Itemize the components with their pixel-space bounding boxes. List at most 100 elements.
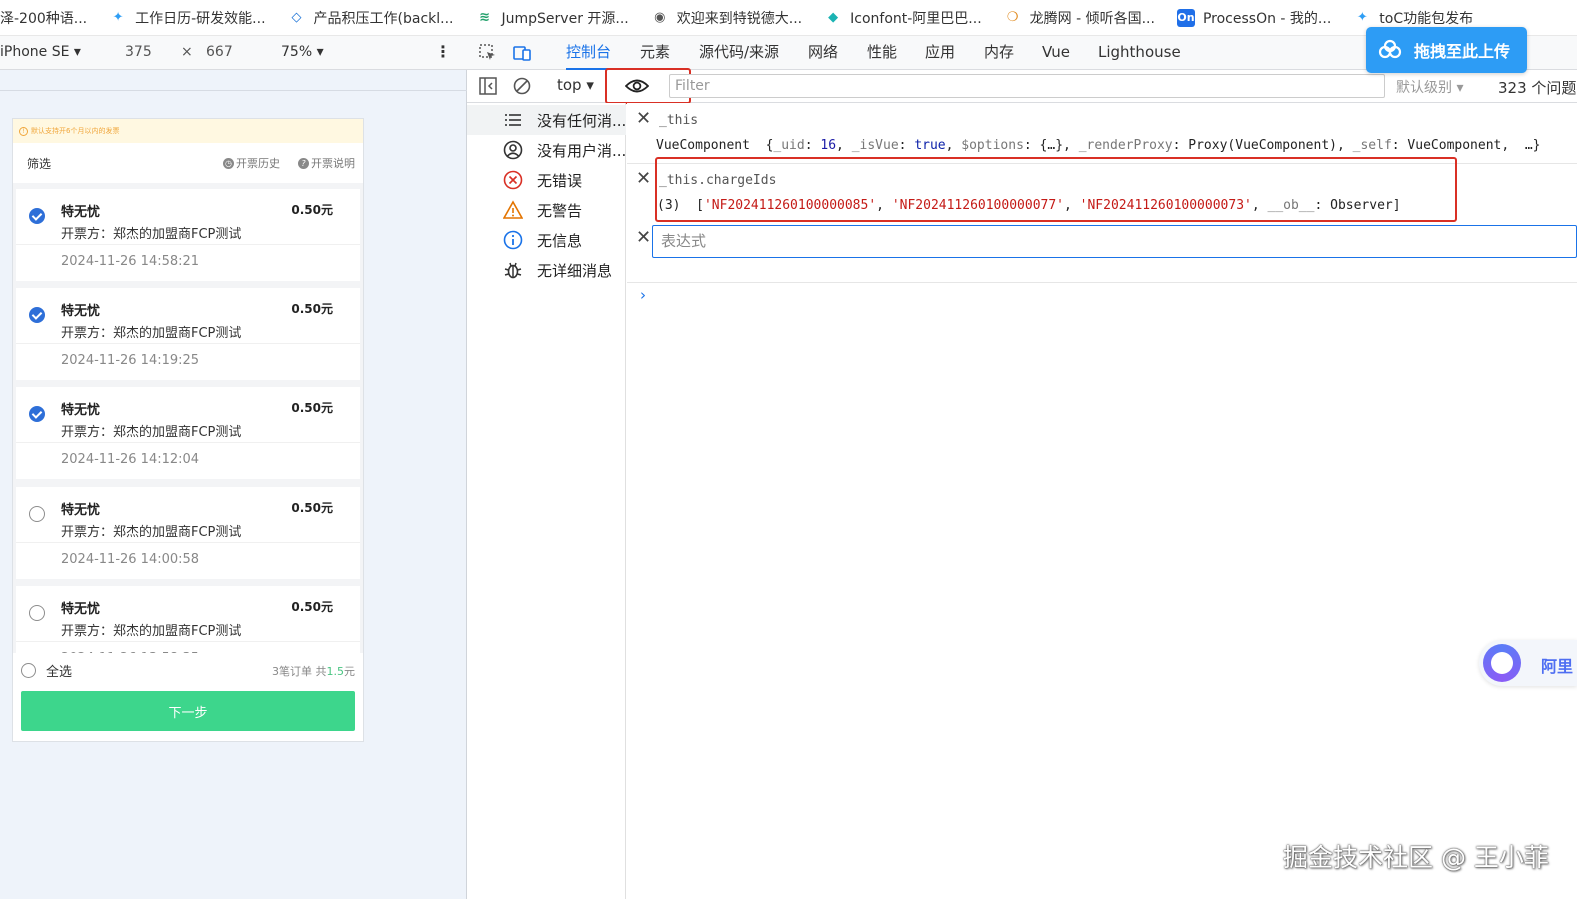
divider	[16, 442, 360, 443]
bookmark-item[interactable]: ❍ 龙腾网 - 倾听各国...	[1004, 8, 1155, 28]
log-level-value: 默认级别	[1396, 80, 1452, 96]
checkbox-icon	[21, 663, 36, 678]
order-checkbox[interactable]	[29, 307, 45, 323]
drag-upload-button[interactable]: 拖拽至此上传	[1366, 27, 1527, 73]
ruler	[0, 90, 467, 91]
upload-label: 拖拽至此上传	[1414, 42, 1511, 61]
order-date: 2024-11-26 14:12:04	[61, 452, 200, 467]
floating-assistant-button[interactable]: 阿里	[1479, 640, 1577, 686]
order-card[interactable]: 特无忧 0.50元 开票方：郑杰的加盟商FCP测试 2024-11-26 14:19:…	[16, 288, 360, 380]
tab-4[interactable]: 性能	[867, 36, 897, 70]
order-amount: 0.50元	[291, 600, 333, 614]
more-options-icon[interactable]: ⋮	[435, 42, 451, 61]
filter-input[interactable]: Filter	[669, 74, 1385, 98]
bookmark-item[interactable]: On ProcessOn - 我的...	[1176, 8, 1331, 28]
device-height-input[interactable]: 667	[206, 44, 233, 60]
teambition-icon: ✦	[1356, 10, 1368, 25]
order-date: 2024-11-26 14:19:25	[61, 353, 200, 368]
device-width-input[interactable]: 375	[125, 44, 152, 60]
console-prompt[interactable]: ›	[640, 286, 646, 304]
bookmark-item[interactable]: 泽-200种语...	[0, 8, 87, 28]
tab-1[interactable]: 元素	[640, 36, 670, 70]
bookmark-label: 工作日历-研发效能...	[135, 10, 266, 27]
value-token: ,	[876, 198, 892, 213]
issues-counter[interactable]: 323 个问题	[1498, 77, 1576, 98]
zoom-select[interactable]: 75% ▾	[281, 44, 324, 60]
value-token: 'NF202411260100000085'	[703, 198, 877, 213]
value-token: 'NF202411260100000073'	[1079, 198, 1252, 213]
order-card[interactable]: 特无忧 0.50元 开票方：郑杰的加盟商FCP测试 2024-11-26 14:00:…	[16, 487, 360, 579]
order-name: 特无忧	[61, 304, 101, 319]
value-token: __ob__	[1267, 198, 1315, 213]
order-checkbox[interactable]	[29, 506, 45, 522]
bookmark-item[interactable]: ≋ JumpServer 开源...	[476, 8, 629, 28]
next-step-button[interactable]: 下一步	[21, 691, 355, 731]
order-amount: 0.50元	[291, 401, 333, 415]
bookmark-item[interactable]: ◇ 产品积压工作(backl...	[288, 8, 454, 28]
device-select[interactable]: iPhone SE ▾	[0, 44, 81, 60]
value-token: : Proxy(VueComponent),	[1172, 138, 1353, 153]
sidebar-item-label: 没有用户消...	[537, 141, 627, 160]
value-token: 'NF202411260100000077'	[891, 198, 1064, 213]
sidebar-item-3[interactable]: 无警告	[467, 195, 626, 225]
select-all-label: 全选	[46, 665, 73, 680]
tab-0[interactable]: 控制台	[566, 36, 612, 70]
value-token: 16	[820, 138, 837, 153]
sidebar-item-5[interactable]: 无详细消息	[467, 255, 626, 285]
log-level-select[interactable]: 默认级别 ▾	[1396, 77, 1463, 97]
sidebar-toggle-icon[interactable]	[479, 77, 497, 95]
bookmark-item[interactable]: ✦ 工作日历-研发效能...	[109, 8, 266, 28]
bookmark-item[interactable]: ◆ Iconfont-阿里巴巴...	[824, 8, 982, 28]
bottom-bar: 全选 3笔订单 共1.5元 下一步	[13, 653, 363, 741]
value-token: : Observer]	[1314, 198, 1401, 213]
order-checkbox[interactable]	[29, 208, 45, 224]
filter-row: 筛选 ◷ 开票历史 ? 开票说明	[13, 143, 363, 183]
tab-6[interactable]: 内存	[984, 36, 1014, 70]
context-select[interactable]: top ▾	[557, 76, 594, 94]
tab-8[interactable]: Lighthouse	[1098, 36, 1181, 70]
live-expression-2: _this.chargeIds	[659, 173, 777, 188]
sidebar-item-1[interactable]: 没有用户消...	[467, 135, 626, 165]
notice-bar: ! 默认支持开6个月以内的发票	[13, 119, 363, 143]
clear-console-icon[interactable]	[513, 77, 531, 95]
tab-3[interactable]: 网络	[808, 36, 838, 70]
select-all-checkbox[interactable]: 全选	[21, 661, 72, 680]
order-card[interactable]: 特无忧 0.50元 开票方：郑杰的加盟商FCP测试 2024-11-26 14:12:…	[16, 387, 360, 479]
invoice-history-link[interactable]: ◷ 开票历史	[223, 155, 280, 171]
filter-button[interactable]: 筛选	[27, 155, 51, 172]
divider	[16, 244, 360, 245]
list-icon	[503, 110, 523, 130]
expression-input[interactable]: 表达式	[652, 225, 1577, 258]
value-token: :	[804, 138, 821, 153]
order-card[interactable]: 特无忧 0.50元 开票方：郑杰的加盟商FCP测试 2024-11-26 14:58:…	[16, 189, 360, 281]
live-expression-eye-icon[interactable]	[625, 78, 649, 94]
value-token: ,	[1064, 198, 1080, 213]
order-name: 特无忧	[61, 602, 101, 617]
processon-icon: On	[1176, 8, 1195, 27]
value-token: $options	[961, 138, 1024, 153]
user-icon	[503, 140, 523, 160]
tab-5[interactable]: 应用	[925, 36, 955, 70]
bookmark-item[interactable]: ✦ toC功能包发布	[1353, 8, 1473, 28]
device-toggle-icon[interactable]	[513, 44, 531, 62]
teambition-icon: ✦	[112, 10, 124, 25]
remove-expression-1-icon[interactable]: ✕	[636, 108, 651, 129]
tab-7[interactable]: Vue	[1042, 36, 1070, 70]
sidebar-item-label: 无错误	[537, 171, 583, 190]
bookmark-label: 欢迎来到特锐德大...	[676, 10, 803, 27]
jumpserver-icon: ≋	[479, 10, 490, 25]
bookmark-label: 龙腾网 - 倾听各国...	[1029, 10, 1155, 27]
remove-expression-2-icon[interactable]: ✕	[636, 168, 651, 189]
invoice-help-link[interactable]: ? 开票说明	[298, 155, 355, 171]
sidebar-item-4[interactable]: 无信息	[467, 225, 626, 255]
sidebar-item-0[interactable]: 没有任何消...	[467, 105, 626, 135]
inspect-element-icon[interactable]	[479, 44, 497, 62]
value-token: ,	[836, 138, 852, 153]
remove-expression-3-icon[interactable]: ✕	[636, 227, 651, 248]
bookmark-item[interactable]: ◉ 欢迎来到特锐德大...	[651, 8, 802, 28]
sidebar-item-label: 无详细消息	[537, 261, 613, 280]
sidebar-item-2[interactable]: 无错误	[467, 165, 626, 195]
order-checkbox[interactable]	[29, 406, 45, 422]
tab-2[interactable]: 源代码/来源	[699, 36, 779, 70]
order-checkbox[interactable]	[29, 605, 45, 621]
